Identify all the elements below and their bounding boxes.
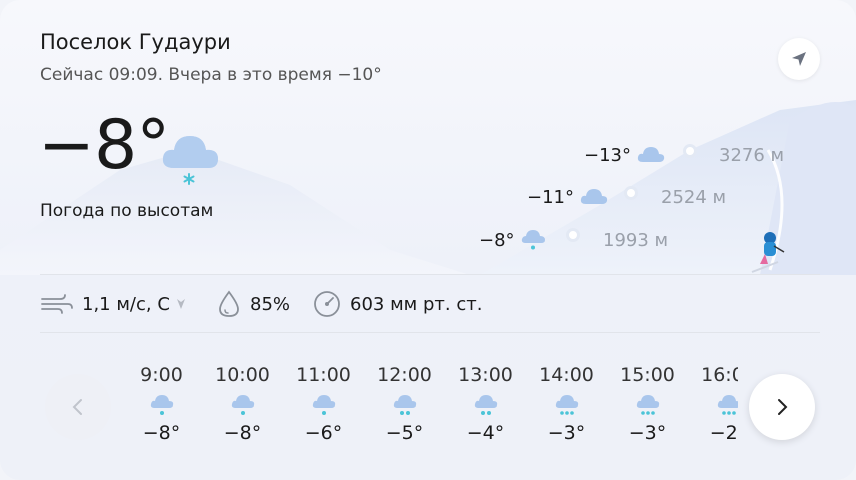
hour-time: 13:00 <box>458 364 513 386</box>
cloud-icon <box>637 147 665 162</box>
hour-item: 11:00 −6° <box>283 360 364 444</box>
cloud-snow-icon <box>150 395 173 415</box>
wind-direction-icon <box>176 299 185 309</box>
cloud-icon <box>580 189 608 204</box>
hour-temp: −3° <box>628 422 667 444</box>
pressure-gauge-icon <box>314 291 340 317</box>
altitude-row-1993: −8° <box>479 228 548 252</box>
chevron-left-icon <box>72 399 82 415</box>
cloud-snow-icon <box>393 395 416 415</box>
altitude-temp: −13° <box>584 144 631 166</box>
altitude-height-1993: 1993 м <box>603 228 668 252</box>
cloud-snow-icon <box>312 395 335 415</box>
hour-temp: −2° <box>709 422 738 444</box>
hour-item: 14:00 −3° <box>526 360 607 444</box>
altitude-marker <box>624 186 638 200</box>
hour-temp: −8° <box>142 422 181 444</box>
hour-time: 15:00 <box>620 364 675 386</box>
altitude-marker <box>566 228 580 242</box>
altitude-marker <box>683 144 697 158</box>
cloud-snow-icon <box>717 395 738 415</box>
chevron-right-icon <box>778 399 788 415</box>
divider-bottom <box>40 332 820 333</box>
humidity-value: 85% <box>250 293 291 315</box>
hour-temp: −4° <box>466 422 505 444</box>
scroll-left-button[interactable] <box>45 374 111 440</box>
hour-item: 9:00 −8° <box>121 360 202 444</box>
hourly-forecast: 9:00 −8° 10:00 −8° 11:00 −6° 12:00 −5° 1… <box>120 360 738 470</box>
pressure-info: 603 мм рт. ст. <box>312 286 482 322</box>
wind-speed: 1,1 м/с, С <box>82 293 170 315</box>
hour-time: 12:00 <box>377 364 432 386</box>
scroll-right-button[interactable] <box>749 374 815 440</box>
hour-time: 9:00 <box>140 364 183 386</box>
altitude-height: 3276 м <box>719 144 785 166</box>
pressure-value: 603 мм рт. ст. <box>350 293 483 315</box>
cloud-snow-icon <box>521 230 545 250</box>
altitude-temp: −11° <box>527 186 574 208</box>
cloud-snow-icon <box>231 395 254 415</box>
hour-time: 11:00 <box>296 364 351 386</box>
hour-item: 16:00 −2° <box>688 360 738 444</box>
skier-icon <box>751 232 785 273</box>
hour-item: 15:00 −3° <box>607 360 688 444</box>
cloud-snow-icon <box>162 136 218 185</box>
hour-temp: −5° <box>385 422 424 444</box>
location-arrow-icon <box>792 52 806 66</box>
hour-time: 16:00 <box>701 364 738 386</box>
divider-top <box>40 274 820 275</box>
hour-item: 10:00 −8° <box>202 360 283 444</box>
altitude-temp: −8° <box>479 229 515 251</box>
cloud-snow-icon <box>636 395 659 415</box>
humidity-info: 85% <box>216 286 290 322</box>
altitude-height-3276: 3276 м <box>719 143 784 167</box>
current-time-subtitle: Сейчас 09:09. Вчера в это время −10° <box>40 65 382 85</box>
hour-temp: −3° <box>547 422 586 444</box>
cloud-snow-icon <box>474 395 497 415</box>
hour-time: 14:00 <box>539 364 594 386</box>
hour-item: 13:00 −4° <box>445 360 526 444</box>
altitude-height: 2524 м <box>661 186 727 208</box>
current-temperature: −8° <box>38 106 170 185</box>
humidity-icon <box>219 290 239 317</box>
hour-item: 12:00 −5° <box>364 360 445 444</box>
cloud-snow-icon <box>555 395 578 415</box>
altitude-row-3276: −13° <box>584 143 666 167</box>
hour-temp: −8° <box>223 422 262 444</box>
altitude-height: 1993 м <box>603 229 669 251</box>
weather-card: Поселок Гудаури Сейчас 09:09. Вчера в эт… <box>0 0 856 480</box>
hour-temp: −6° <box>304 422 343 444</box>
location-button[interactable] <box>778 38 820 80</box>
altitude-row-2524: −11° <box>527 185 609 209</box>
location-title: Поселок Гудаури <box>40 30 231 54</box>
altitude-height-2524: 2524 м <box>661 185 726 209</box>
wind-icon <box>41 294 73 314</box>
altitude-weather-link[interactable]: Погода по высотам <box>40 201 213 221</box>
hour-time: 10:00 <box>215 364 270 386</box>
wind-info: 1,1 м/с, С <box>40 286 188 322</box>
